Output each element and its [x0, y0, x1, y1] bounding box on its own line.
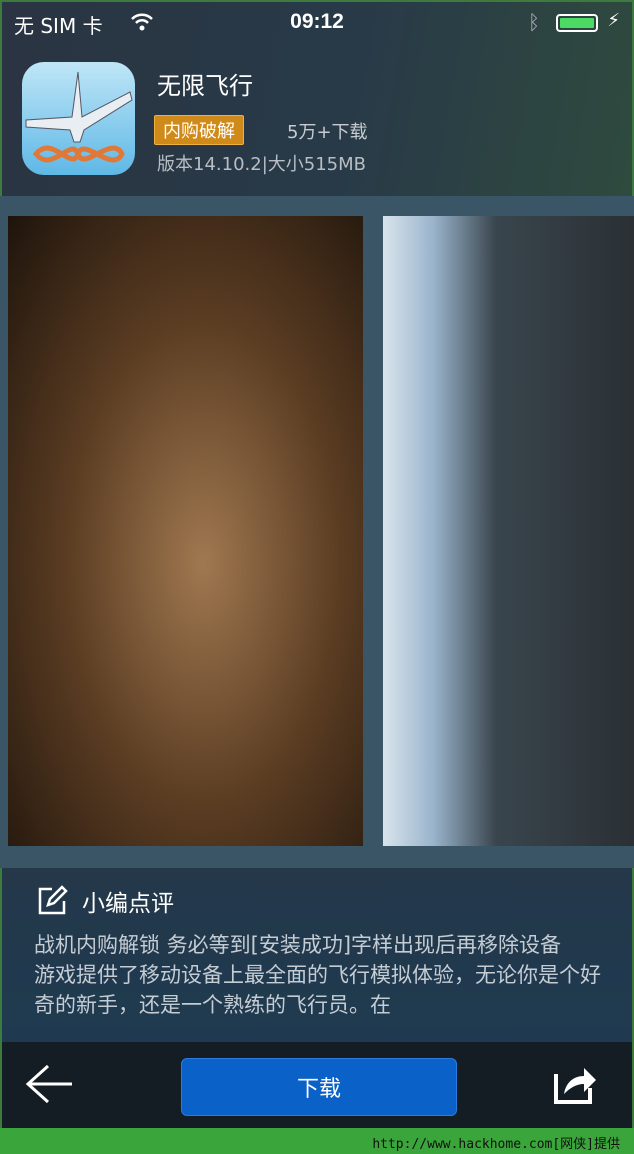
screenshot-gallery[interactable]: [0, 196, 634, 868]
bottom-toolbar: 下载: [0, 1042, 634, 1128]
share-icon[interactable]: [552, 1060, 598, 1106]
review-heading: 小编点评: [82, 891, 174, 917]
app-header: 无 SIM 卡 09:12 ᛒ ⚡ 无限飞行 内购破解 5万+下载 版本14.1…: [0, 0, 634, 196]
version-size: 版本14.10.2|大小515MB: [157, 154, 367, 175]
bluetooth-icon: ᛒ: [528, 10, 540, 34]
screenshot-cockpit[interactable]: [383, 216, 634, 846]
charging-icon: ⚡: [607, 10, 620, 31]
battery-icon: [556, 14, 598, 32]
download-count: 5万+下载: [287, 122, 368, 143]
app-icon: [22, 62, 135, 175]
app-title: 无限飞行: [157, 72, 253, 100]
screenshot-airplane[interactable]: [8, 216, 363, 846]
edit-icon: [38, 885, 68, 915]
review-text: 战机内购解锁 务必等到[安装成功]字样出现后再移除设备 游戏提供了移动设备上最全…: [34, 933, 601, 1017]
editor-review: 小编点评 战机内购解锁 务必等到[安装成功]字样出现后再移除设备 游戏提供了移动…: [0, 868, 634, 1042]
iap-badge: 内购破解: [154, 115, 244, 145]
status-bar: 无 SIM 卡 09:12 ᛒ ⚡: [14, 10, 620, 38]
watermark: http://www.hackhome.com[网侠]提供: [0, 1128, 634, 1154]
download-button[interactable]: 下载: [181, 1058, 457, 1116]
back-arrow-icon[interactable]: [24, 1062, 74, 1106]
